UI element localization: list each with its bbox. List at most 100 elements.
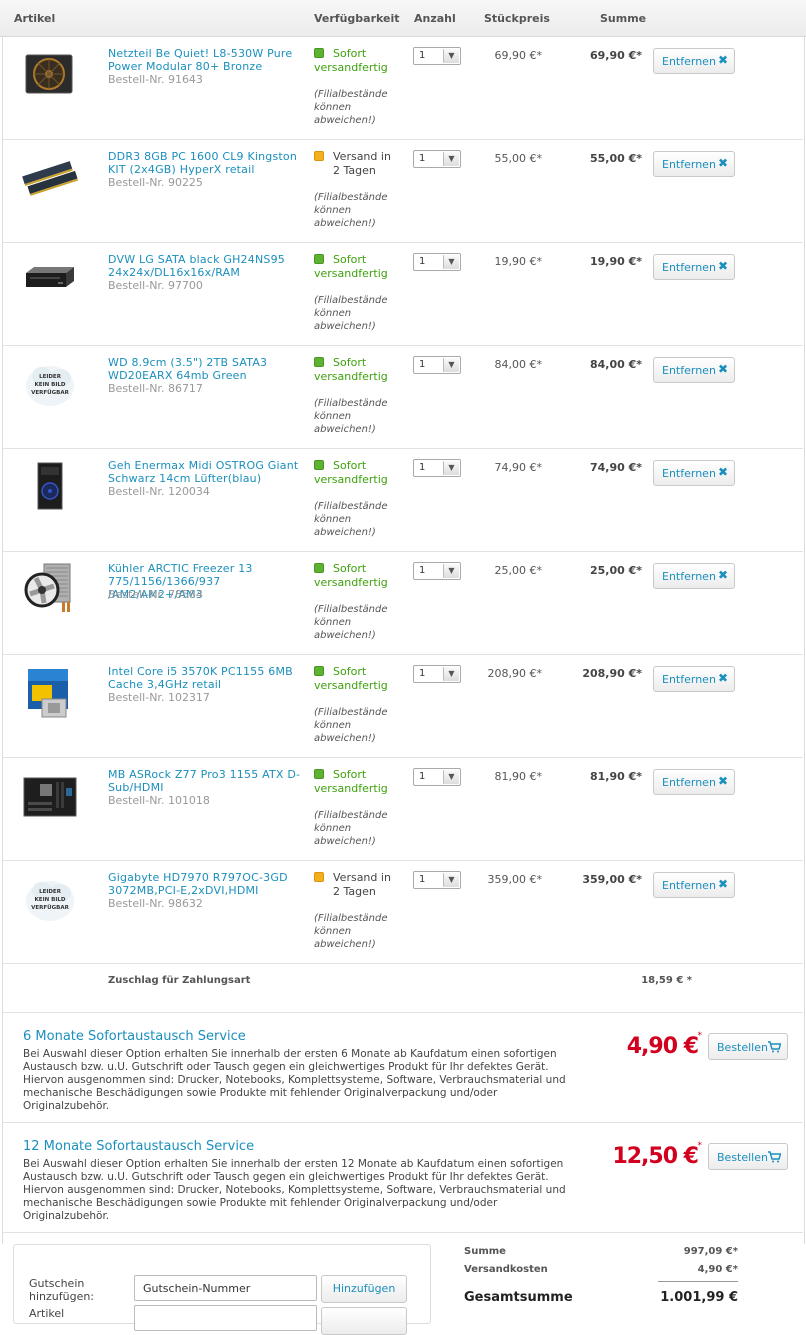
- branch-stock-note: (Filialbestände können abweichen!): [314, 604, 388, 641]
- no-image-icon[interactable]: LEIDER KEIN BILD VERFÜGBAR: [22, 356, 82, 416]
- product-name-link[interactable]: DVW LG SATA black GH24NS95 24x24x/DL16x1…: [108, 253, 303, 279]
- grand-total-value: 1.001,99 €: [660, 1290, 738, 1305]
- close-icon: ✖: [717, 156, 728, 170]
- chevron-down-icon[interactable]: ▼: [443, 152, 459, 166]
- svg-text:LEIDER: LEIDER: [39, 889, 62, 895]
- totals-divider: [658, 1281, 738, 1282]
- article-input[interactable]: [134, 1305, 317, 1331]
- remove-button-label: Entfernen: [662, 673, 716, 686]
- chevron-down-icon[interactable]: ▼: [443, 667, 459, 681]
- branch-stock-note: (Filialbestände können abweichen!): [314, 501, 388, 538]
- quantity-select[interactable]: 1 ▼: [413, 665, 461, 683]
- close-icon: ✖: [717, 53, 728, 67]
- availability-text: Sofort versandfertig: [314, 562, 388, 589]
- unit-price: 55,00 €*: [494, 152, 543, 165]
- line-total: 359,00 €*: [582, 873, 642, 886]
- unit-price: 81,90 €*: [494, 770, 543, 783]
- chevron-down-icon[interactable]: ▼: [443, 873, 459, 887]
- remove-item-button[interactable]: Entfernen ✖: [653, 563, 735, 589]
- product-name-link[interactable]: Netzteil Be Quiet! L8-530W Pure Power Mo…: [108, 47, 303, 73]
- quantity-value: 1: [419, 874, 426, 885]
- dvd-drive-icon[interactable]: [22, 253, 82, 313]
- surcharge-value: 18,59 € *: [641, 975, 692, 986]
- remove-button-label: Entfernen: [662, 261, 716, 274]
- close-icon: ✖: [717, 671, 728, 685]
- article-number: Bestell-Nr. 91643: [108, 73, 203, 86]
- article-number: Bestell-Nr. 90225: [108, 176, 203, 189]
- chevron-down-icon[interactable]: ▼: [443, 461, 459, 475]
- branch-stock-note: (Filialbestände können abweichen!): [314, 295, 388, 332]
- remove-item-button[interactable]: Entfernen ✖: [653, 666, 735, 692]
- remove-item-button[interactable]: Entfernen ✖: [653, 872, 735, 898]
- quantity-value: 1: [419, 50, 426, 61]
- chevron-down-icon[interactable]: ▼: [443, 564, 459, 578]
- quantity-select[interactable]: 1 ▼: [413, 253, 461, 271]
- svg-text:KEIN BILD: KEIN BILD: [35, 382, 66, 388]
- order-service-button[interactable]: Bestellen: [708, 1033, 788, 1060]
- order-button-label: Bestellen: [717, 1151, 768, 1164]
- ram-icon[interactable]: [22, 150, 82, 210]
- remove-item-button[interactable]: Entfernen ✖: [653, 357, 735, 383]
- close-icon: ✖: [717, 465, 728, 479]
- product-name-link[interactable]: Geh Enermax Midi OSTROG Giant Schwarz 14…: [108, 459, 303, 485]
- quantity-select[interactable]: 1 ▼: [413, 459, 461, 477]
- close-icon: ✖: [717, 362, 728, 376]
- cpu-box-icon[interactable]: [22, 665, 82, 725]
- product-name-link[interactable]: WD 8.9cm (3.5") 2TB SATA3 WD20EARX 64mb …: [108, 356, 303, 382]
- motherboard-icon[interactable]: [22, 768, 82, 828]
- payment-surcharge-row: Zuschlag für Zahlungsart 18,59 € *: [2, 963, 803, 1013]
- quantity-select[interactable]: 1 ▼: [413, 356, 461, 374]
- quantity-select[interactable]: 1 ▼: [413, 768, 461, 786]
- order-button-label: Bestellen: [717, 1041, 768, 1054]
- remove-item-button[interactable]: Entfernen ✖: [653, 48, 735, 74]
- chevron-down-icon[interactable]: ▼: [443, 255, 459, 269]
- service-description: Bei Auswahl dieser Option erhalten Sie i…: [23, 1158, 566, 1222]
- chevron-down-icon[interactable]: ▼: [443, 770, 459, 784]
- remove-button-label: Entfernen: [662, 55, 716, 68]
- product-name-link[interactable]: DDR3 8GB PC 1600 CL9 Kingston KIT (2x4GB…: [108, 150, 303, 176]
- coupon-label: Gutschein hinzufügen:: [29, 1277, 95, 1303]
- remove-item-button[interactable]: Entfernen ✖: [653, 151, 735, 177]
- add-article-button[interactable]: [321, 1307, 407, 1335]
- col-header-quantity: Anzahl: [414, 12, 456, 25]
- line-total: 81,90 €*: [589, 770, 642, 783]
- chevron-down-icon[interactable]: ▼: [443, 358, 459, 372]
- cart-item-row: Intel Core i5 3570K PC1155 6MB Cache 3,4…: [2, 655, 803, 758]
- power-supply-icon[interactable]: [22, 47, 82, 107]
- cpu-cooler-icon[interactable]: [22, 562, 82, 622]
- unit-price: 69,90 €*: [494, 49, 543, 62]
- pc-case-icon[interactable]: [22, 459, 82, 519]
- availability-text: Sofort versandfertig: [314, 768, 388, 795]
- remove-item-button[interactable]: Entfernen ✖: [653, 460, 735, 486]
- line-total: 25,00 €*: [589, 564, 642, 577]
- quantity-value: 1: [419, 359, 426, 370]
- svg-text:LEIDER: LEIDER: [39, 374, 62, 380]
- service-price-asterisk: *: [697, 1031, 703, 1041]
- product-name-link[interactable]: MB ASRock Z77 Pro3 1155 ATX D-Sub/HDMI: [108, 768, 303, 794]
- service-option-6-months: 6 Monate Sofortaustausch Service Bei Aus…: [2, 1013, 803, 1123]
- remove-item-button[interactable]: Entfernen ✖: [653, 254, 735, 280]
- quantity-select[interactable]: 1 ▼: [413, 871, 461, 889]
- availability-text: Sofort versandfertig: [314, 47, 388, 74]
- add-coupon-button[interactable]: Hinzufügen: [321, 1275, 407, 1303]
- product-name-link[interactable]: Gigabyte HD7970 R797OC-3GD 3072MB,PCI-E,…: [108, 871, 303, 897]
- coupon-code-input[interactable]: Gutschein-Nummer: [134, 1275, 317, 1301]
- quantity-select[interactable]: 1 ▼: [413, 47, 461, 65]
- unit-price: 74,90 €*: [494, 461, 543, 474]
- cart-item-row: DDR3 8GB PC 1600 CL9 Kingston KIT (2x4GB…: [2, 140, 803, 243]
- close-icon: ✖: [717, 568, 728, 582]
- line-total: 19,90 €*: [589, 255, 642, 268]
- service-price: 12,50 €: [612, 1144, 699, 1169]
- cart-item-row: DVW LG SATA black GH24NS95 24x24x/DL16x1…: [2, 243, 803, 346]
- order-service-button[interactable]: Bestellen: [708, 1143, 788, 1170]
- quantity-select[interactable]: 1 ▼: [413, 562, 461, 580]
- product-name-link[interactable]: Intel Core i5 3570K PC1155 6MB Cache 3,4…: [108, 665, 303, 691]
- remove-item-button[interactable]: Entfernen ✖: [653, 769, 735, 795]
- unit-price: 25,00 €*: [494, 564, 543, 577]
- availability-text: Versand in 2 Tagen: [333, 871, 391, 898]
- chevron-down-icon[interactable]: ▼: [443, 49, 459, 63]
- quantity-select[interactable]: 1 ▼: [413, 150, 461, 168]
- remove-button-label: Entfernen: [662, 879, 716, 892]
- no-image-icon[interactable]: LEIDER KEIN BILD VERFÜGBAR: [22, 871, 82, 931]
- surcharge-label: Zuschlag für Zahlungsart: [108, 975, 251, 986]
